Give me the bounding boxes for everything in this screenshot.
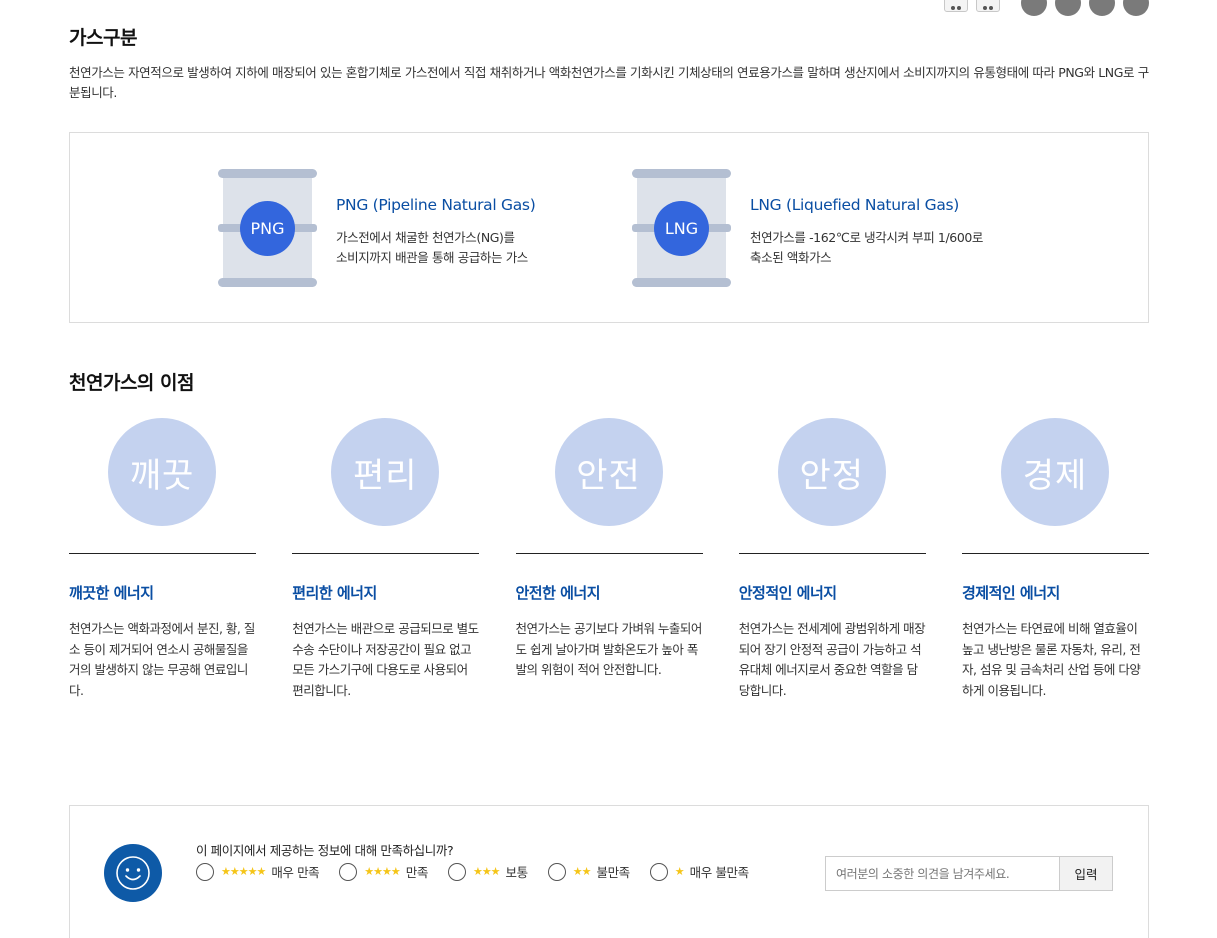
survey-question: 이 페이지에서 제공하는 정보에 대해 만족하십니까? xyxy=(196,843,454,858)
gas-name: LNG (Liquefied Natural Gas) xyxy=(750,196,960,214)
divider xyxy=(292,553,480,554)
divider xyxy=(962,553,1149,554)
radio-button[interactable] xyxy=(196,862,214,881)
radio-button[interactable] xyxy=(547,862,566,881)
benefit-circle: 안전 xyxy=(554,418,663,526)
benefit-desc: 천연가스는 타연료에 비해 열효율이 높고 냉난방은 물론 자동차, 유리, 전… xyxy=(962,621,1141,698)
satisfaction-survey: 이 페이지에서 제공하는 정보에 대해 만족하십니까? ★★★★★ 매우 만족 … xyxy=(69,805,1149,938)
tank-icon: LNG xyxy=(632,169,731,287)
radio-button[interactable] xyxy=(447,862,466,881)
benefit-item: 경제 경제적인 에너지 천연가스는 타연료에 비해 열효율이 높고 냉난방은 물… xyxy=(962,418,1149,701)
benefit-circle: 안정 xyxy=(777,418,886,526)
benefit-circle: 경제 xyxy=(1001,418,1109,526)
star-icon: ★★★★ xyxy=(364,865,400,878)
rating-label: 매우 만족 xyxy=(271,865,320,880)
rating-option-dissatisfied[interactable]: ★★ 불만족 xyxy=(547,862,630,881)
gas-item-lng: LNG LNG (Liquefied Natural Gas) 천연가스를 -1… xyxy=(632,169,983,287)
benefit-item: 안정 안정적인 에너지 천연가스는 전세계에 광범위하게 매장되어 장기 안정적… xyxy=(738,418,926,701)
benefit-desc: 천연가스는 액화과정에서 분진, 황, 질소 등이 제거되어 연소시 공해물질을… xyxy=(69,621,255,698)
rating-option-very-satisfied[interactable]: ★★★★★ 매우 만족 xyxy=(196,862,320,881)
radio-button[interactable] xyxy=(339,862,358,881)
gas-intro-text: 천연가스는 자연적으로 발생하여 지하에 매장되어 있는 혼합기체로 가스전에서… xyxy=(69,65,1149,100)
benefit-circle: 깨끗 xyxy=(108,418,216,526)
benefit-item: 깨끗 깨끗한 에너지 천연가스는 액화과정에서 분진, 황, 질소 등이 제거되… xyxy=(69,418,256,701)
rating-label: 불만족 xyxy=(596,865,630,880)
benefit-title: 편리한 에너지 xyxy=(292,584,377,602)
benefit-desc: 천연가스는 배관으로 공급되므로 별도 수송 수단이나 저장공간이 필요 없고 … xyxy=(292,621,479,698)
benefit-title: 깨끗한 에너지 xyxy=(69,584,154,602)
opinion-input[interactable] xyxy=(825,856,1060,891)
benefits-list: 깨끗 깨끗한 에너지 천연가스는 액화과정에서 분진, 황, 질소 등이 제거되… xyxy=(69,418,1149,701)
benefit-title: 경제적인 에너지 xyxy=(962,584,1060,602)
rating-option-neutral[interactable]: ★★★ 보통 xyxy=(447,862,529,881)
benefits-section-title: 천연가스의 이점 xyxy=(69,372,194,394)
rating-option-satisfied[interactable]: ★★★★ 만족 xyxy=(339,862,428,881)
gas-desc-line: 천연가스를 -162℃로 냉각시켜 부피 1/600로 xyxy=(750,230,984,245)
png-badge: PNG xyxy=(240,201,295,256)
gas-item-png: PNG PNG (Pipeline Natural Gas) 가스전에서 채굴한… xyxy=(218,169,536,287)
divider xyxy=(515,553,703,554)
gas-desc-line: 소비지까지 배관을 통해 공급하는 가스 xyxy=(336,250,528,265)
rating-label: 보통 xyxy=(505,865,529,880)
rating-option-very-dissatisfied[interactable]: ★ 매우 불만족 xyxy=(649,862,749,881)
gas-section-title: 가스구분 xyxy=(69,27,137,49)
page-utility-icons xyxy=(944,0,1149,16)
gas-name: PNG (Pipeline Natural Gas) xyxy=(336,196,536,214)
star-icon: ★ xyxy=(674,865,685,878)
sns-blog-icon[interactable] xyxy=(1089,0,1115,16)
benefit-title: 안전한 에너지 xyxy=(515,584,601,602)
submit-button[interactable]: 입력 xyxy=(1059,856,1113,891)
lng-badge: LNG xyxy=(654,201,709,256)
sns-facebook-icon[interactable] xyxy=(1021,0,1047,16)
sns-link-icon[interactable] xyxy=(1123,0,1149,16)
star-icon: ★★★ xyxy=(472,865,501,878)
gas-desc: 천연가스를 -162℃로 냉각시켜 부피 1/600로 축소된 액화가스 xyxy=(750,228,983,268)
smiley-icon xyxy=(104,844,162,902)
tank-icon: PNG xyxy=(218,169,317,287)
rating-label: 만족 xyxy=(405,865,429,880)
gas-desc: 가스전에서 채굴한 천연가스(NG)를 소비지까지 배관을 통해 공급하는 가스 xyxy=(336,228,535,268)
divider xyxy=(69,553,256,554)
survey-options: ★★★★★ 매우 만족 ★★★★ 만족 ★★★ 보통 ★★ 불만족 ★ 매우 불… xyxy=(196,862,769,881)
radio-button[interactable] xyxy=(649,862,668,881)
star-icon: ★★★★★ xyxy=(221,865,266,878)
share-icon[interactable] xyxy=(976,0,1000,12)
star-icon: ★★ xyxy=(572,865,592,878)
divider xyxy=(738,553,926,554)
separator xyxy=(1008,1,1013,6)
gas-desc-line: 가스전에서 채굴한 천연가스(NG)를 xyxy=(336,230,515,245)
gas-desc-line: 축소된 액화가스 xyxy=(750,250,832,265)
benefit-desc: 천연가스는 공기보다 가벼워 누출되어도 쉽게 날아가며 발화온도가 높아 폭발… xyxy=(515,621,703,677)
print-icon[interactable] xyxy=(944,0,968,12)
gas-type-box: PNG PNG (Pipeline Natural Gas) 가스전에서 채굴한… xyxy=(69,132,1149,323)
sns-twitter-icon[interactable] xyxy=(1055,0,1081,16)
benefit-circle: 편리 xyxy=(331,418,440,526)
benefit-item: 편리 편리한 에너지 천연가스는 배관으로 공급되므로 별도 수송 수단이나 저… xyxy=(292,418,480,701)
rating-label: 매우 불만족 xyxy=(689,865,749,880)
benefit-item: 안전 안전한 에너지 천연가스는 공기보다 가벼워 누출되어도 쉽게 날아가며 … xyxy=(515,418,703,701)
benefit-desc: 천연가스는 전세계에 광범위하게 매장되어 장기 안정적 공급이 가능하고 석유… xyxy=(738,621,926,698)
benefit-title: 안정적인 에너지 xyxy=(738,584,837,602)
